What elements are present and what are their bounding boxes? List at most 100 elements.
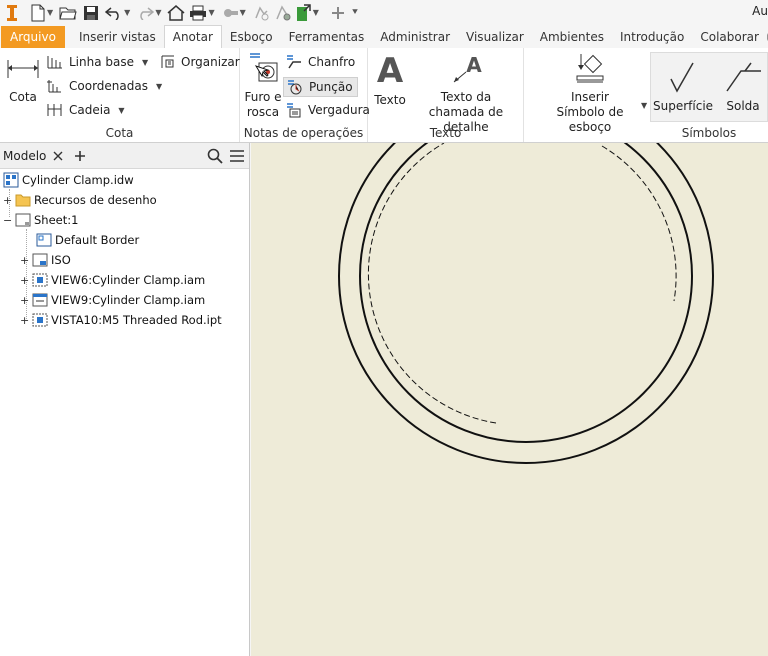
close-icon[interactable] [52, 150, 64, 162]
organizar-button[interactable]: Organizar [160, 54, 240, 70]
tab-ambientes[interactable]: Ambientes [532, 26, 612, 48]
texto-button[interactable]: A Texto [370, 51, 410, 108]
punch-icon [288, 80, 302, 95]
tab-ferramentas[interactable]: Ferramentas [281, 26, 373, 48]
furo-rosca-button[interactable]: Furo e rosca [242, 52, 284, 120]
coordenadas-button[interactable]: Coordenadas ▼ [46, 78, 162, 94]
folder-icon [15, 193, 31, 207]
cadeia-button[interactable]: Cadeia ▼ [46, 102, 125, 118]
inserir-simbolo-button[interactable]: Inserir Símbolo de esboço [534, 52, 646, 135]
dimension-icon [7, 60, 39, 78]
weld-symbol-icon [726, 62, 761, 92]
tab-anotar[interactable]: Anotar [163, 25, 222, 48]
sheet-icon [15, 213, 31, 227]
tree-item-sheet[interactable]: − Sheet:1 [3, 210, 78, 230]
expand-icon[interactable]: + [20, 294, 29, 307]
hole-thread-icon [250, 53, 278, 82]
panel-title-simbolos: Símbolos [681, 126, 737, 140]
new-dropdown-icon[interactable]: ▼ [47, 8, 53, 17]
expand-icon[interactable]: + [20, 254, 29, 267]
panel-texto: A Texto A Texto da chamada de detalhe Te… [368, 48, 524, 142]
ribbon: Cota Linha base ▼ Coordenadas ▼ Cadeia ▼ Or… [0, 48, 768, 143]
svg-text:A: A [377, 52, 404, 86]
expand-icon[interactable]: + [20, 314, 29, 327]
customize-qat-icon[interactable]: ⯆ [351, 7, 359, 18]
update-icon[interactable] [252, 3, 270, 23]
app-title-fragment: Au [752, 4, 768, 18]
superficie-button[interactable]: Superfície [653, 61, 713, 114]
rebuild-icon[interactable] [274, 3, 292, 23]
print-dropdown-icon[interactable]: ▼ [208, 8, 214, 17]
inventor-logo-icon[interactable] [6, 3, 18, 23]
tree-item-view9[interactable]: + VIEW9:Cylinder Clamp.iam [20, 290, 205, 310]
expand-icon[interactable]: + [3, 194, 12, 207]
drawing-canvas[interactable] [251, 143, 768, 656]
text-icon: A [377, 51, 404, 91]
coordenadas-dropdown-icon[interactable]: ▼ [156, 82, 162, 91]
vergadura-button[interactable]: Vergadura [285, 102, 370, 118]
appearance-dropdown-icon[interactable]: ▼ [240, 8, 246, 17]
drawing-view-icon [32, 273, 48, 287]
open-folder-icon[interactable] [59, 3, 77, 23]
section-view-icon [32, 293, 48, 307]
appearance-icon[interactable] [221, 3, 239, 23]
drawing-view-geometry [338, 143, 714, 464]
solda-button[interactable]: Solda [715, 61, 768, 114]
plus-icon[interactable] [331, 3, 345, 23]
tree-item-document[interactable]: Cylinder Clamp.idw [3, 170, 134, 190]
tab-inserir-vistas[interactable]: Inserir vistas [71, 26, 164, 48]
symbol-gallery: Superfície Solda [650, 52, 768, 122]
linha-base-button[interactable]: Linha base ▼ [46, 54, 148, 70]
print-icon[interactable] [189, 3, 207, 23]
export-dropdown-icon[interactable]: ▼ [313, 8, 319, 17]
inserir-simbolo-dropdown-icon[interactable]: ▼ [641, 101, 647, 110]
outer-circle[interactable] [338, 143, 714, 464]
chanfro-button[interactable]: Chanfro [285, 54, 355, 70]
chain-icon [47, 104, 62, 116]
expand-icon[interactable]: + [20, 274, 29, 287]
hidden-thread-arc-right[interactable] [601, 145, 677, 302]
undo-dropdown-icon[interactable]: ▼ [124, 8, 130, 17]
redo-dropdown-icon[interactable]: ▼ [155, 8, 161, 17]
panel-notas: Furo e rosca Chanfro Punção Vergadura No… [240, 48, 370, 142]
menu-icon[interactable] [229, 148, 245, 167]
svg-text:A: A [466, 53, 482, 77]
linha-base-dropdown-icon[interactable]: ▼ [142, 58, 148, 67]
panel-cota: Cota Linha base ▼ Coordenadas ▼ Cadeia ▼ Or… [0, 48, 240, 142]
bend-icon [287, 103, 301, 118]
tree-item-vista10[interactable]: + VISTA10:M5 Threaded Rod.ipt [20, 310, 222, 330]
add-tab-icon[interactable] [74, 150, 86, 162]
tree-item-default-border[interactable]: Default Border [36, 230, 139, 250]
tab-esboco[interactable]: Esboço [222, 26, 281, 48]
border-icon [36, 233, 52, 247]
home-icon[interactable] [167, 3, 185, 23]
sketch-symbol-icon [576, 54, 604, 83]
cadeia-dropdown-icon[interactable]: ▼ [118, 106, 124, 115]
tree-item-iso[interactable]: + ISO [20, 250, 71, 270]
tab-visualizar[interactable]: Visualizar [458, 26, 532, 48]
tab-introducao[interactable]: Introdução [612, 26, 692, 48]
export-icon[interactable] [296, 3, 312, 23]
chamada-detalhe-button[interactable]: A Texto da chamada de detalhe [410, 52, 522, 135]
tab-administrar[interactable]: Administrar [372, 26, 458, 48]
tree-item-recursos[interactable]: + Recursos de desenho [3, 190, 157, 210]
undo-icon[interactable] [105, 3, 123, 23]
search-icon[interactable] [207, 148, 223, 167]
browser-header: Modelo [0, 143, 249, 169]
baseline-icon [47, 56, 62, 69]
new-file-icon[interactable] [30, 3, 46, 23]
cota-button[interactable]: Cota [4, 54, 42, 105]
model-browser: Modelo Cylinder Clamp.idw + Recursos de … [0, 143, 250, 656]
leader-text-icon: A [453, 53, 482, 83]
chamfer-icon [287, 55, 301, 69]
redo-icon[interactable] [136, 3, 155, 23]
panel-title-cota[interactable]: Cota [0, 126, 239, 140]
tab-arquivo[interactable]: Arquivo [1, 26, 65, 48]
save-icon[interactable] [83, 3, 99, 23]
collapse-icon[interactable]: − [3, 214, 12, 227]
browser-tab-modelo[interactable]: Modelo [0, 149, 46, 163]
puncao-button[interactable]: Punção [283, 77, 358, 97]
middle-circle[interactable] [359, 143, 693, 443]
tree-item-view6[interactable]: + VIEW6:Cylinder Clamp.iam [20, 270, 205, 290]
tab-colaborar[interactable]: Colaborar [692, 26, 767, 48]
